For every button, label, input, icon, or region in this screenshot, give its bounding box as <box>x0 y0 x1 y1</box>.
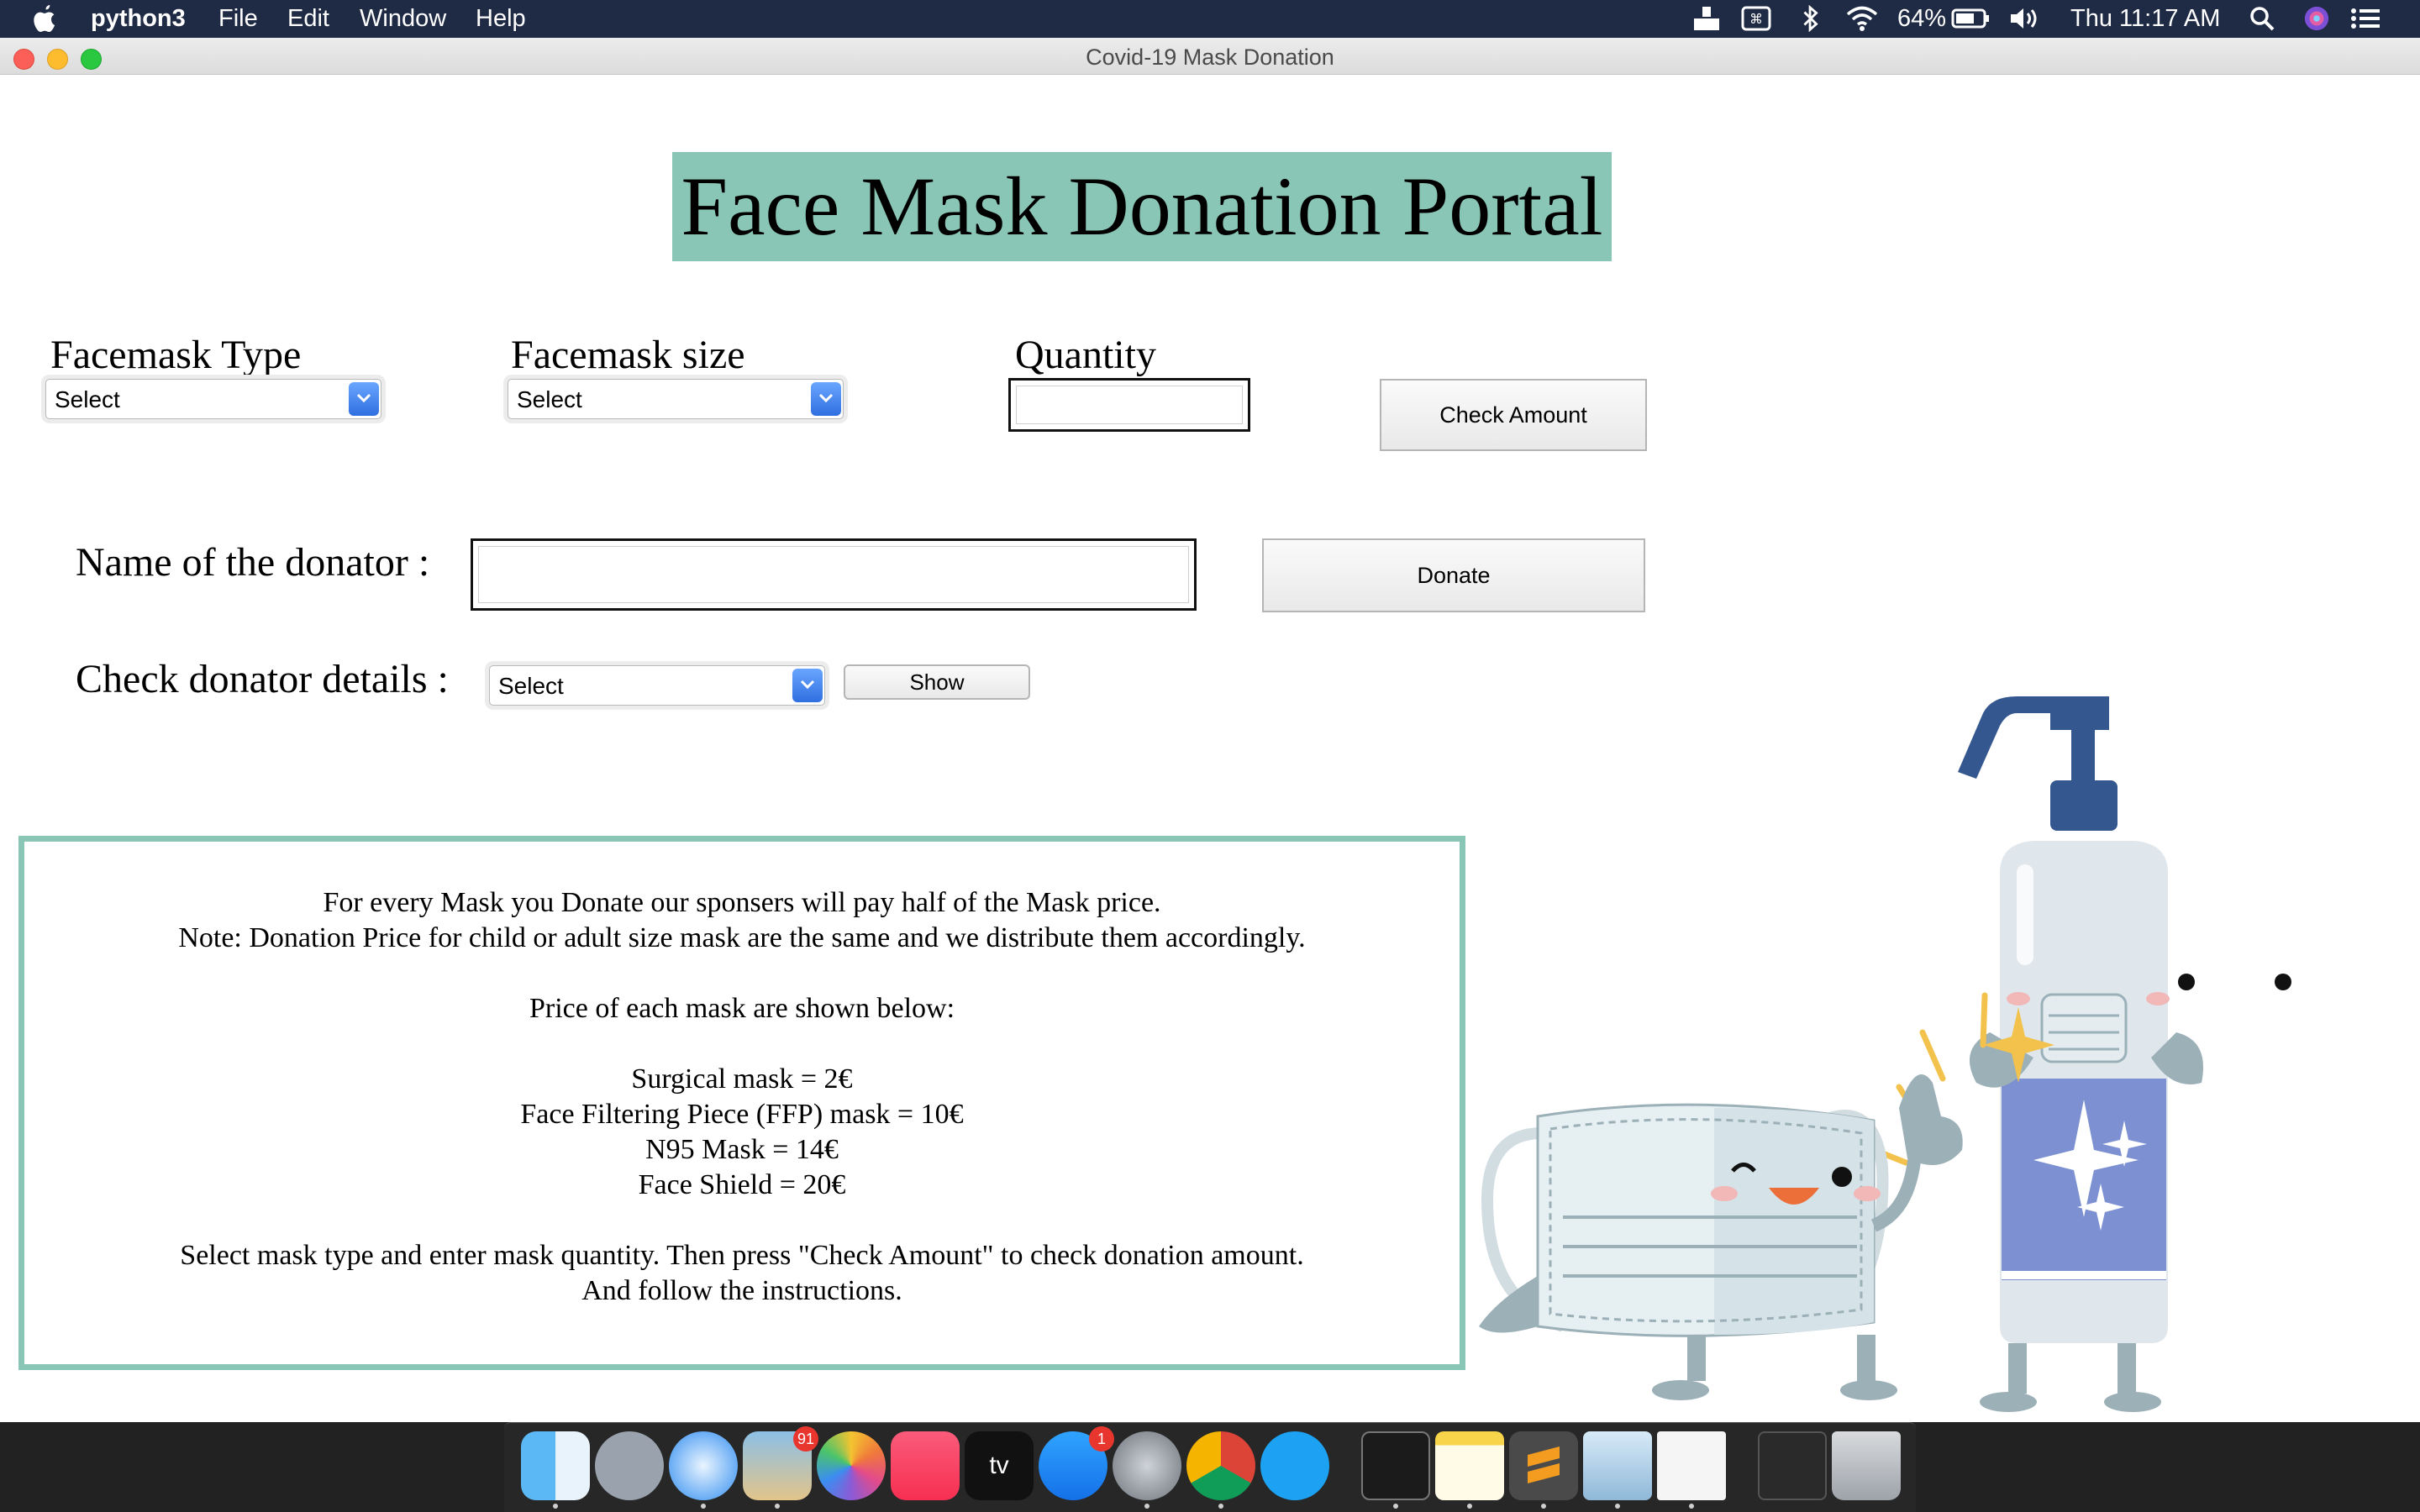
launchpad-icon[interactable] <box>595 1431 664 1500</box>
chevron-down-icon <box>811 382 841 416</box>
dock: 91 tv 1 <box>504 1422 1916 1512</box>
svg-text:⌘: ⌘ <box>1749 11 1763 27</box>
menu-bar: python3 File Edit Window Help ⌘ 64% Thu … <box>0 0 2420 38</box>
info-line: For every Mask you Donate our sponsers w… <box>323 887 1161 918</box>
notes-icon[interactable] <box>1435 1431 1504 1500</box>
terminal-icon[interactable] <box>1361 1431 1430 1500</box>
running-indicator <box>775 1504 780 1509</box>
finder-icon[interactable] <box>521 1431 590 1500</box>
price-line: Face Shield = 20€ <box>638 1169 846 1200</box>
price-line: N95 Mask = 14€ <box>645 1134 839 1165</box>
app-name-menu[interactable]: python3 <box>91 5 186 33</box>
quantity-field-frame <box>1008 378 1250 432</box>
battery-percent: 64% <box>1897 5 1947 32</box>
sublime-text-icon[interactable] <box>1509 1431 1578 1500</box>
skype-icon[interactable] <box>1260 1431 1329 1500</box>
mail-icon[interactable]: 91 <box>743 1426 818 1500</box>
chevron-down-icon <box>349 382 379 416</box>
donator-details-value: Select <box>498 673 564 699</box>
donator-details-select[interactable]: Select <box>489 665 825 706</box>
music-icon[interactable] <box>891 1431 960 1500</box>
safari-icon[interactable] <box>669 1431 738 1500</box>
menu-window[interactable]: Window <box>360 5 446 33</box>
notification-center-icon[interactable] <box>2349 5 2381 32</box>
preview-icon[interactable] <box>1583 1431 1652 1500</box>
running-indicator <box>1144 1504 1150 1509</box>
facemask-type-value: Select <box>55 386 120 412</box>
info-line: Note: Donation Price for child or adult … <box>178 922 1306 953</box>
quantity-label: Quantity <box>1015 333 1156 377</box>
menu-clock[interactable]: Thu 11:17 AM <box>2070 5 2220 33</box>
tv-icon[interactable]: tv <box>965 1431 1034 1500</box>
donator-name-input[interactable] <box>478 546 1189 603</box>
quantity-input[interactable] <box>1016 386 1243 424</box>
menu-file[interactable]: File <box>218 5 258 33</box>
wifi-icon[interactable] <box>1845 5 1879 32</box>
menu-edit[interactable]: Edit <box>287 5 329 33</box>
check-amount-button[interactable]: Check Amount <box>1380 379 1647 451</box>
running-indicator <box>553 1504 558 1509</box>
mask-and-sanitizer-illustration <box>1479 696 2291 1412</box>
chevron-down-icon <box>792 669 823 702</box>
facemask-size-label: Facemask size <box>511 333 745 377</box>
tv-label: tv <box>989 1452 1009 1479</box>
facemask-size-value: Select <box>517 386 582 412</box>
running-indicator <box>1393 1504 1398 1509</box>
trash-icon[interactable] <box>1832 1431 1901 1500</box>
document-icon[interactable] <box>1657 1431 1726 1500</box>
facemask-type-select[interactable]: Select <box>45 379 381 419</box>
window-title-bar[interactable]: Covid-19 Mask Donation <box>0 38 2420 75</box>
spotlight-search-icon[interactable] <box>2249 5 2275 32</box>
info-panel: For every Mask you Donate our sponsers w… <box>18 836 1465 1370</box>
running-indicator <box>1218 1504 1223 1509</box>
running-indicator <box>1615 1504 1620 1509</box>
price-line: Surgical mask = 2€ <box>631 1063 853 1095</box>
battery-icon[interactable] <box>1951 5 1990 32</box>
donator-name-label: Name of the donator : <box>76 540 430 585</box>
facemask-size-select[interactable]: Select <box>508 379 844 419</box>
bluetooth-icon[interactable] <box>1802 5 1820 32</box>
app-content: Face Mask Donation Portal Facemask Type … <box>0 75 2420 1422</box>
apple-icon[interactable] <box>32 3 55 34</box>
display-icon[interactable] <box>1692 5 1721 32</box>
donator-details-label: Check donator details : <box>76 657 449 701</box>
stacks-icon[interactable] <box>1758 1431 1827 1500</box>
running-indicator <box>1689 1504 1694 1509</box>
show-button[interactable]: Show <box>844 664 1030 700</box>
running-indicator <box>1467 1504 1472 1509</box>
running-indicator <box>701 1504 706 1509</box>
donator-name-field-frame <box>471 538 1197 611</box>
page-heading: Face Mask Donation Portal <box>672 152 1612 261</box>
facemask-type-label: Facemask Type <box>50 333 302 377</box>
app-store-badge: 1 <box>1089 1426 1114 1452</box>
info-line: Select mask type and enter mask quantity… <box>180 1240 1304 1271</box>
volume-icon[interactable] <box>2008 5 2042 32</box>
info-line: And follow the instructions. <box>581 1275 902 1306</box>
menu-help[interactable]: Help <box>476 5 526 33</box>
mail-badge: 91 <box>792 1426 818 1452</box>
siri-icon[interactable] <box>2302 5 2331 32</box>
donate-button[interactable]: Donate <box>1262 538 1645 612</box>
price-line: Face Filtering Piece (FFP) mask = 10€ <box>520 1099 964 1130</box>
keyboard-shortcut-icon[interactable]: ⌘ <box>1741 5 1771 32</box>
running-indicator <box>1541 1504 1546 1509</box>
window-title: Covid-19 Mask Donation <box>1086 45 1334 70</box>
chrome-icon[interactable] <box>1186 1431 1255 1500</box>
info-line: Price of each mask are shown below: <box>529 993 955 1024</box>
photos-icon[interactable] <box>817 1431 886 1500</box>
app-store-icon[interactable]: 1 <box>1039 1426 1114 1500</box>
system-preferences-icon[interactable] <box>1113 1431 1181 1500</box>
